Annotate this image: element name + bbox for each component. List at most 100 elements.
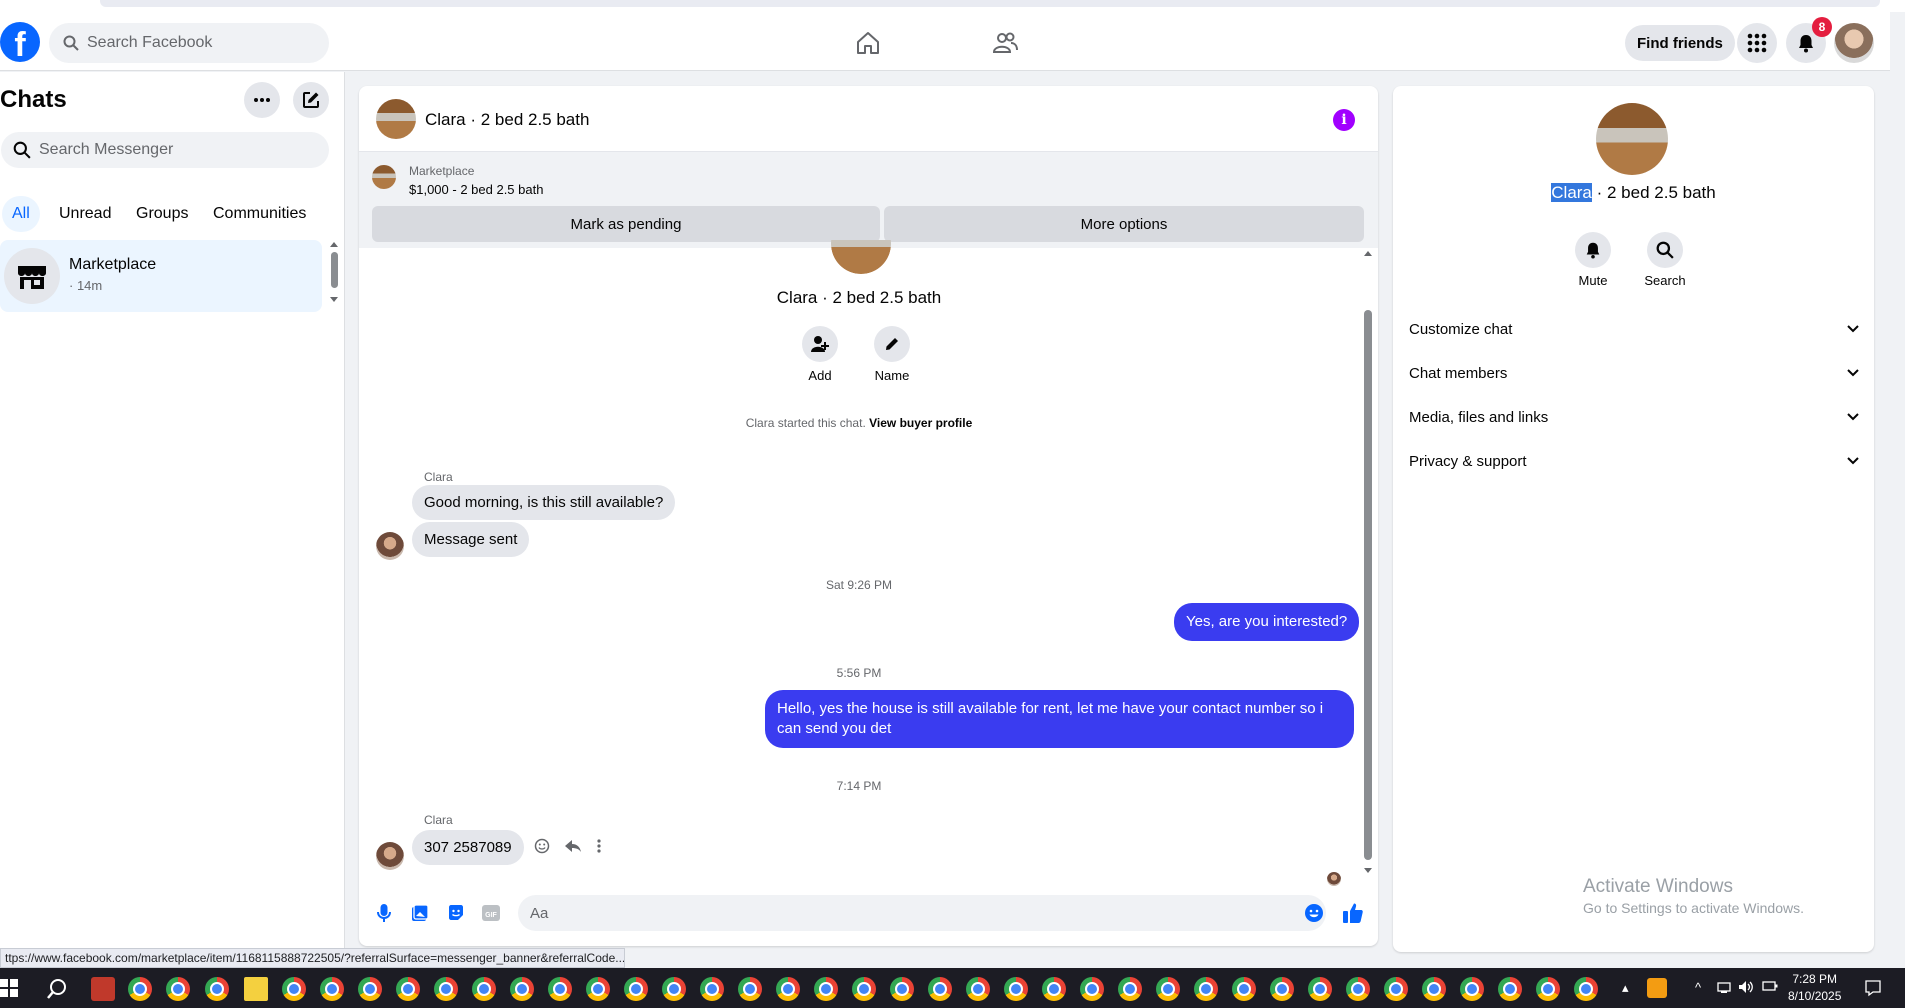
chrome-taskbar-icon[interactable]: [320, 977, 344, 1001]
outgoing-message[interactable]: Yes, are you interested?: [1174, 603, 1360, 641]
chrome-taskbar-icon[interactable]: [396, 977, 420, 1001]
taskbar-app-icon[interactable]: [91, 977, 115, 1001]
reply-icon[interactable]: [564, 838, 582, 854]
listing-price-title[interactable]: $1,000 - 2 bed 2.5 bath: [409, 182, 543, 197]
microphone-icon[interactable]: [373, 902, 395, 924]
taskbar-clock[interactable]: 7:28 PM 8/10/2025: [1788, 971, 1841, 1005]
chat-list-scrollbar[interactable]: [328, 240, 340, 306]
taskbar-search-icon[interactable]: [46, 978, 68, 1000]
chrome-taskbar-icon[interactable]: [1422, 977, 1446, 1001]
more-vertical-icon[interactable]: [596, 838, 602, 854]
chrome-taskbar-icon[interactable]: [510, 977, 534, 1001]
tray-chevron-icon[interactable]: ^: [1695, 980, 1701, 995]
chrome-taskbar-icon[interactable]: [1308, 977, 1332, 1001]
sender-avatar[interactable]: [376, 532, 404, 560]
section-privacy-support[interactable]: Privacy & support: [1409, 439, 1859, 483]
chrome-taskbar-icon[interactable]: [1270, 977, 1294, 1001]
menu-grid-button[interactable]: [1737, 23, 1777, 63]
chrome-taskbar-icon[interactable]: [1346, 977, 1370, 1001]
chrome-taskbar-icon[interactable]: [662, 977, 686, 1001]
tray-app-icon[interactable]: [1647, 978, 1667, 998]
chrome-taskbar-icon[interactable]: [166, 977, 190, 1001]
taskbar-scroll-icon[interactable]: ▴: [1622, 980, 1629, 996]
incoming-message[interactable]: Good morning, is this still available?: [412, 485, 676, 520]
conversation-scroll-thumb[interactable]: [1364, 310, 1372, 860]
search-in-chat-button[interactable]: [1647, 232, 1683, 268]
chrome-taskbar-icon[interactable]: [1156, 977, 1180, 1001]
sticky-notes-icon[interactable]: [244, 977, 268, 1001]
chrome-taskbar-icon[interactable]: [1536, 977, 1560, 1001]
chrome-taskbar-icon[interactable]: [1118, 977, 1142, 1001]
name-chat-button[interactable]: [874, 326, 910, 362]
chrome-taskbar-icon[interactable]: [434, 977, 458, 1001]
conversation-scrollbar[interactable]: [1360, 248, 1376, 880]
chrome-taskbar-icon[interactable]: [1574, 977, 1598, 1001]
add-people-button[interactable]: [802, 326, 838, 362]
friends-icon[interactable]: [990, 28, 1020, 58]
facebook-logo-icon[interactable]: f: [0, 22, 40, 62]
chrome-taskbar-icon[interactable]: [548, 977, 572, 1001]
chrome-taskbar-icon[interactable]: [700, 977, 724, 1001]
chrome-taskbar-icon[interactable]: [776, 977, 800, 1001]
section-media-files-links[interactable]: Media, files and links: [1409, 395, 1859, 439]
facebook-search-input[interactable]: Search Facebook: [49, 23, 329, 63]
chrome-taskbar-icon[interactable]: [1460, 977, 1484, 1001]
new-message-button[interactable]: [293, 82, 329, 118]
chrome-taskbar-icon[interactable]: [358, 977, 382, 1001]
chrome-taskbar-icon[interactable]: [128, 977, 152, 1001]
conversation-title[interactable]: Clara · 2 bed 2.5 bath: [425, 110, 589, 130]
conversation-avatar[interactable]: [376, 99, 416, 139]
listing-thumbnail[interactable]: [372, 165, 396, 189]
account-avatar[interactable]: [1834, 23, 1874, 63]
more-options-button[interactable]: More options: [884, 206, 1364, 242]
chrome-taskbar-icon[interactable]: [1384, 977, 1408, 1001]
react-emoji-icon[interactable]: [534, 838, 550, 854]
like-icon[interactable]: [1342, 902, 1364, 924]
filter-tab-groups[interactable]: Groups: [126, 196, 198, 232]
volume-icon[interactable]: [1738, 980, 1754, 994]
chrome-taskbar-icon[interactable]: [1194, 977, 1218, 1001]
message-input[interactable]: Aa: [518, 895, 1326, 931]
sender-avatar[interactable]: [376, 842, 404, 870]
chrome-taskbar-icon[interactable]: [1080, 977, 1104, 1001]
outgoing-message[interactable]: Hello, yes the house is still available …: [765, 690, 1354, 748]
filter-tab-all[interactable]: All: [2, 196, 40, 232]
incoming-message[interactable]: 307 2587089: [412, 830, 524, 865]
chrome-taskbar-icon[interactable]: [624, 977, 648, 1001]
chat-list-scroll-thumb[interactable]: [331, 252, 338, 288]
windows-start-icon[interactable]: [0, 979, 18, 997]
find-friends-button[interactable]: Find friends: [1625, 25, 1735, 61]
chrome-taskbar-icon[interactable]: [738, 977, 762, 1001]
chat-options-button[interactable]: [244, 82, 280, 118]
photo-icon[interactable]: [409, 902, 431, 924]
network-icon[interactable]: [1717, 980, 1731, 994]
notification-center-icon[interactable]: [1864, 979, 1882, 997]
chrome-taskbar-icon[interactable]: [1042, 977, 1066, 1001]
chrome-taskbar-icon[interactable]: [928, 977, 952, 1001]
chrome-taskbar-icon[interactable]: [205, 977, 229, 1001]
chrome-taskbar-icon[interactable]: [1498, 977, 1522, 1001]
chrome-taskbar-icon[interactable]: [966, 977, 990, 1001]
chrome-taskbar-icon[interactable]: [852, 977, 876, 1001]
info-icon[interactable]: i: [1333, 109, 1355, 131]
section-customize-chat[interactable]: Customize chat: [1409, 307, 1859, 351]
incoming-message[interactable]: Message sent: [412, 522, 530, 557]
chrome-taskbar-icon[interactable]: [1004, 977, 1028, 1001]
chrome-taskbar-icon[interactable]: [1232, 977, 1256, 1001]
chat-list-item-marketplace[interactable]: Marketplace · 14m: [0, 240, 322, 312]
view-buyer-profile-link[interactable]: View buyer profile: [869, 416, 972, 430]
filter-tab-unread[interactable]: Unread: [49, 196, 121, 232]
gif-icon[interactable]: GIF: [480, 902, 502, 924]
filter-tab-communities[interactable]: Communities: [203, 196, 316, 232]
chrome-taskbar-icon[interactable]: [890, 977, 914, 1001]
sticker-icon[interactable]: [445, 902, 467, 924]
emoji-icon[interactable]: [1303, 902, 1325, 924]
chrome-taskbar-icon[interactable]: [586, 977, 610, 1001]
messenger-search-input[interactable]: Search Messenger: [1, 132, 329, 168]
chat-info-avatar[interactable]: [1596, 103, 1668, 175]
mark-as-pending-button[interactable]: Mark as pending: [372, 206, 880, 242]
chrome-taskbar-icon[interactable]: [472, 977, 496, 1001]
section-chat-members[interactable]: Chat members: [1409, 351, 1859, 395]
chrome-taskbar-icon[interactable]: [814, 977, 838, 1001]
battery-icon[interactable]: [1762, 980, 1778, 992]
